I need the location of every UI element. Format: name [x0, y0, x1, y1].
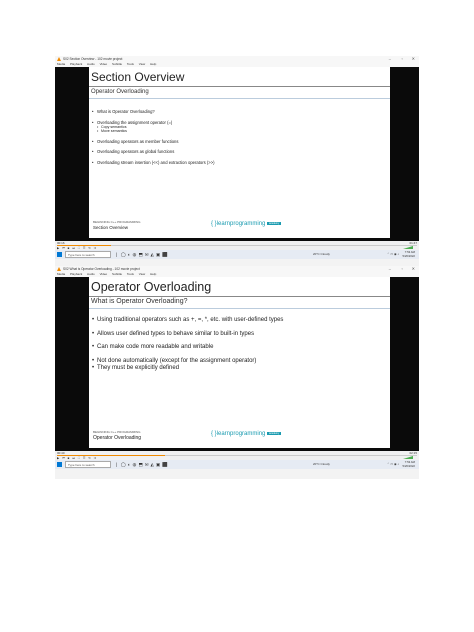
slide: Section Overview Operator Overloading Wh…	[89, 67, 390, 238]
list-item: Overloading operators as global function…	[92, 149, 215, 155]
list-item: Move semantics	[92, 129, 215, 133]
menu-subtitle[interactable]: Subtitle	[112, 272, 122, 276]
footer-course: BEGINNING C++ PROGRAMMING	[93, 220, 141, 224]
logo-badge: academy	[267, 431, 282, 435]
weather-widget[interactable]: 20°C Cloudy	[313, 460, 330, 469]
taskbar-clock[interactable]: 7:53 AM 5/26/2022	[402, 250, 415, 258]
menu-media[interactable]: Media	[57, 62, 65, 66]
player-controls: 00:40 02:15 ▶ ⏮ ■ ⏭ ⛶ ☰ ↻ ⤨	[55, 451, 419, 460]
clock-date: 5/26/2022	[402, 463, 415, 468]
video-area[interactable]: Operator Overloading What is Operator Ov…	[55, 277, 419, 451]
clock-date: 5/26/2022	[402, 253, 415, 258]
menu-subtitle[interactable]: Subtitle	[112, 62, 122, 66]
taskbar-search-input[interactable]: Type here to search	[65, 461, 111, 468]
windows-start-icon[interactable]	[57, 462, 62, 467]
menu-view[interactable]: View	[139, 62, 145, 66]
menu-tools[interactable]: Tools	[127, 272, 134, 276]
vlc-window-1: S02 Section Overview - 102 movie project…	[55, 56, 419, 269]
learnprogramming-logo: { }learnprogramming academy	[211, 431, 282, 437]
subtitle-divider	[89, 308, 390, 309]
logo-text: { }learnprogramming	[211, 221, 266, 227]
list-item: Allows user defined types to behave simi…	[92, 331, 283, 339]
slide-subtitle: Operator Overloading	[91, 89, 149, 95]
slide-subtitle: What is Operator Overloading?	[91, 298, 188, 305]
menu-video[interactable]: Video	[100, 272, 108, 276]
weather-widget[interactable]: 20°C Cloudy	[313, 250, 330, 259]
player-controls: 00:16 01:47 ▶ ⏮ ■ ⏭ ⛶ ☰ ↻ ⤨	[55, 241, 419, 250]
slide: Operator Overloading What is Operator Ov…	[89, 277, 390, 448]
menu-playback[interactable]: Playback	[70, 62, 82, 66]
system-tray-icon[interactable]: ⌃ ▭ ◉ ♪	[387, 460, 399, 469]
slide-title: Section Overview	[91, 70, 185, 84]
menu-tools[interactable]: Tools	[127, 62, 134, 66]
list-item: Overloading operators as member function…	[92, 139, 215, 145]
footer-section: Section Overview	[93, 225, 129, 230]
menu-view[interactable]: View	[139, 272, 145, 276]
list-item: Using traditional operators such as +, =…	[92, 317, 283, 325]
vlc-cone-icon	[57, 267, 61, 271]
vlc-cone-icon	[57, 57, 61, 61]
list-item: What is Operator Overloading?	[92, 109, 215, 115]
list-item: Not done automatically (except for the a…	[92, 358, 283, 366]
taskbar-search-input[interactable]: Type here to search	[65, 251, 111, 258]
bullet-list: Using traditional operators such as +, =…	[92, 317, 283, 373]
windows-start-icon[interactable]	[57, 252, 62, 257]
learnprogramming-logo: { }learnprogramming academy	[211, 221, 282, 227]
slide-title: Operator Overloading	[91, 280, 212, 294]
footer-course: BEGINNING C++ PROGRAMMING	[93, 430, 141, 434]
list-item: Can make code more readable and writable	[92, 344, 283, 352]
taskbar-apps-icon[interactable]: ❘◯◐◍⬒✉◭▣⬛	[115, 461, 170, 468]
bullet-list: What is Operator Overloading? Overloadin…	[92, 109, 215, 165]
system-tray-icon[interactable]: ⌃ ▭ ◉ ♪	[387, 250, 399, 259]
title-divider	[89, 296, 390, 297]
volume-slider[interactable]	[403, 456, 413, 459]
seek-bar[interactable]	[57, 245, 417, 246]
list-item: Overloading stream insertion (<<) and ex…	[92, 160, 215, 166]
logo-text: { }learnprogramming	[211, 431, 266, 437]
logo-badge: academy	[267, 221, 282, 225]
footer-section: Operator Overloading	[93, 435, 142, 441]
menu-video[interactable]: Video	[100, 62, 108, 66]
menu-help[interactable]: Help	[150, 62, 156, 66]
menu-audio[interactable]: Audio	[87, 272, 95, 276]
taskbar-clock[interactable]: 7:53 AM 5/26/2022	[402, 460, 415, 468]
volume-slider[interactable]	[403, 246, 413, 249]
menu-audio[interactable]: Audio	[87, 62, 95, 66]
windows-taskbar: Type here to search ❘◯◐◍⬒✉◭▣⬛ 20°C Cloud…	[55, 250, 419, 259]
vlc-window-2: S02 What is Operator Overloading - 102 m…	[55, 266, 419, 479]
video-area[interactable]: Section Overview Operator Overloading Wh…	[55, 67, 419, 241]
title-divider	[89, 86, 390, 87]
menu-playback[interactable]: Playback	[70, 272, 82, 276]
seek-bar[interactable]	[57, 455, 417, 456]
list-item-continuation: They must be explicitly defined	[92, 365, 283, 373]
menu-help[interactable]: Help	[150, 272, 156, 276]
menu-media[interactable]: Media	[57, 272, 65, 276]
taskbar-apps-icon[interactable]: ❘◯◐◍⬒✉◭▣⬛	[115, 251, 170, 258]
subtitle-divider	[89, 98, 390, 99]
windows-taskbar: Type here to search ❘◯◐◍⬒✉◭▣⬛ 20°C Cloud…	[55, 460, 419, 469]
